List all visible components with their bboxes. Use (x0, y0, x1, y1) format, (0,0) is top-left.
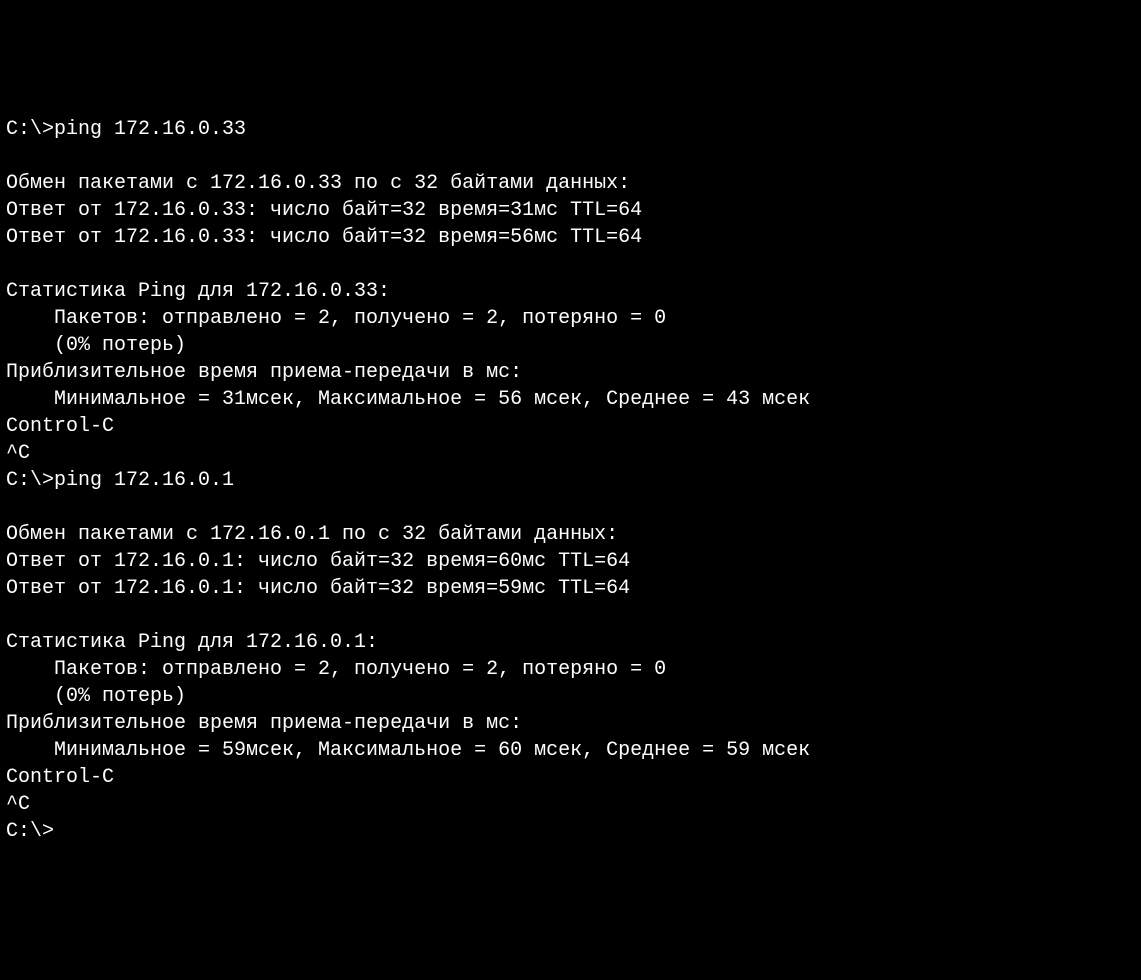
terminal-line: Статистика Ping для 172.16.0.1: (6, 629, 1135, 656)
terminal-line: Control-C (6, 413, 1135, 440)
terminal-line: Пакетов: отправлено = 2, получено = 2, п… (6, 305, 1135, 332)
terminal-line: Минимальное = 59мсек, Максимальное = 60 … (6, 737, 1135, 764)
terminal-line: Минимальное = 31мсек, Максимальное = 56 … (6, 386, 1135, 413)
terminal-line: Приблизительное время приема-передачи в … (6, 710, 1135, 737)
terminal-line: C:\> (6, 818, 1135, 845)
terminal-line: Пакетов: отправлено = 2, получено = 2, п… (6, 656, 1135, 683)
terminal-line: (0% потерь) (6, 683, 1135, 710)
terminal-line (6, 143, 1135, 170)
terminal-line: Статистика Ping для 172.16.0.33: (6, 278, 1135, 305)
terminal-line (6, 251, 1135, 278)
terminal-line: Ответ от 172.16.0.33: число байт=32 врем… (6, 197, 1135, 224)
terminal-line: Обмен пакетами с 172.16.0.1 по с 32 байт… (6, 521, 1135, 548)
terminal-line: Обмен пакетами с 172.16.0.33 по с 32 бай… (6, 170, 1135, 197)
terminal-line: Ответ от 172.16.0.1: число байт=32 время… (6, 548, 1135, 575)
terminal-line (6, 602, 1135, 629)
terminal-line: (0% потерь) (6, 332, 1135, 359)
terminal-output[interactable]: C:\>ping 172.16.0.33 Обмен пакетами с 17… (6, 116, 1135, 845)
terminal-line: C:\>ping 172.16.0.1 (6, 467, 1135, 494)
terminal-line (6, 494, 1135, 521)
terminal-line: Ответ от 172.16.0.1: число байт=32 время… (6, 575, 1135, 602)
terminal-line: Control-C (6, 764, 1135, 791)
terminal-line: ^C (6, 440, 1135, 467)
terminal-line: C:\>ping 172.16.0.33 (6, 116, 1135, 143)
terminal-line: Приблизительное время приема-передачи в … (6, 359, 1135, 386)
terminal-line: Ответ от 172.16.0.33: число байт=32 врем… (6, 224, 1135, 251)
terminal-line: ^C (6, 791, 1135, 818)
